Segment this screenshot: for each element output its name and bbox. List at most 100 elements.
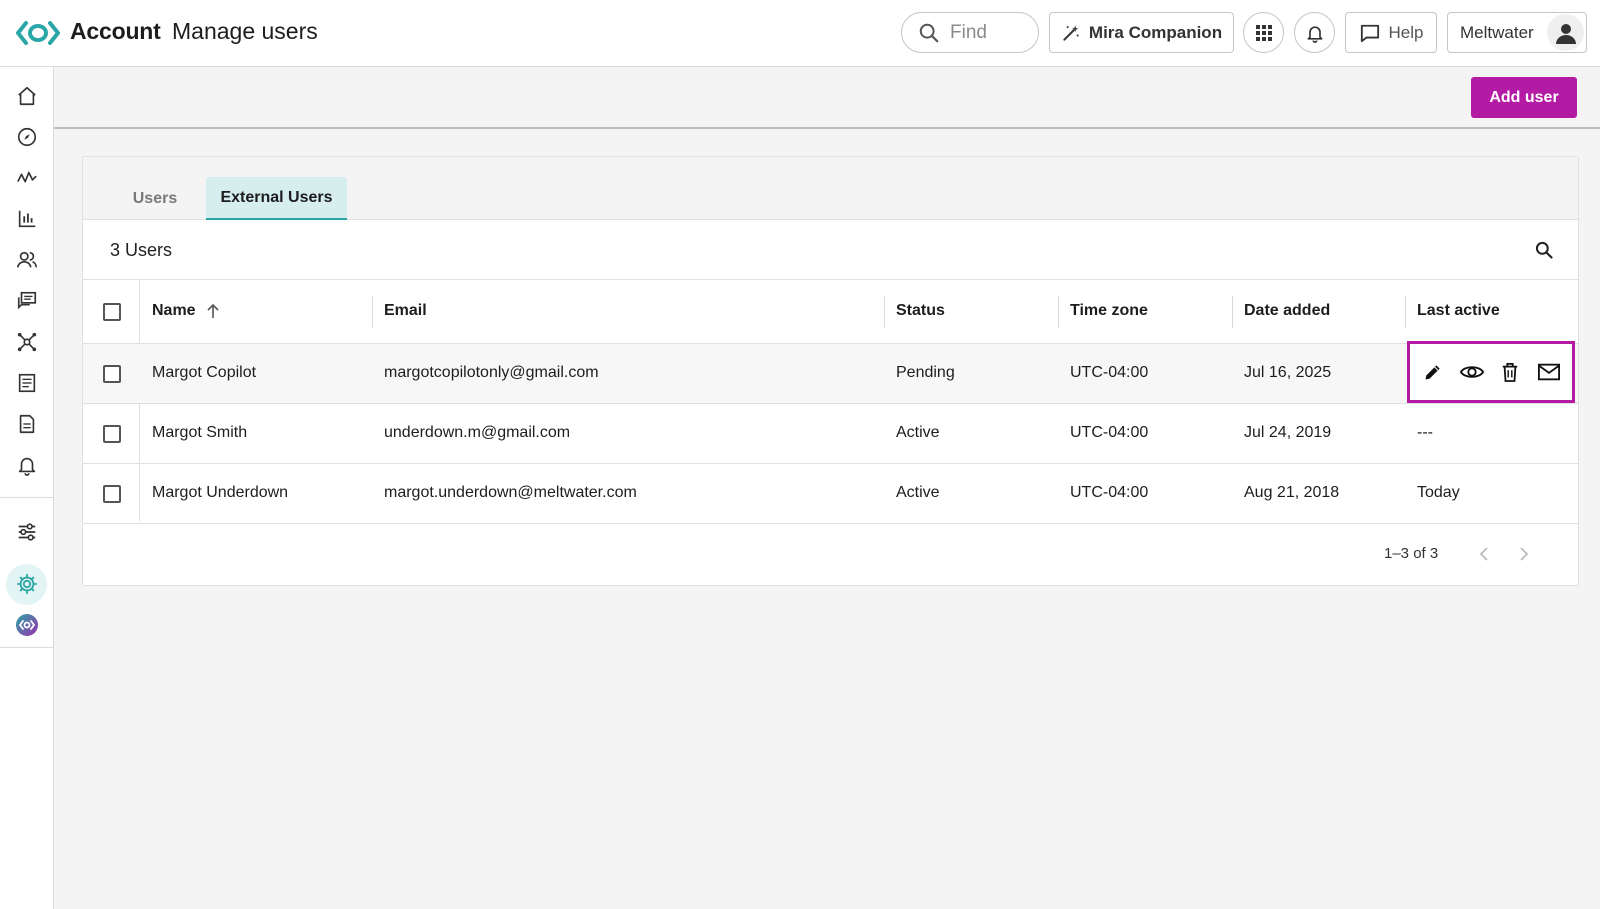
user-name: Margot Copilot	[152, 364, 257, 381]
sidebar-item-monitor[interactable]	[12, 163, 42, 193]
view-user-button[interactable]	[1457, 357, 1487, 387]
sidebar-item-account-settings[interactable]	[12, 569, 42, 599]
newsletter-icon	[18, 373, 36, 393]
delete-user-button[interactable]	[1495, 357, 1525, 387]
chevron-left-icon	[1479, 547, 1488, 561]
sidebar-item-reports[interactable]	[12, 409, 42, 439]
sidebar-item-brand[interactable]	[12, 610, 42, 640]
analytics-icon	[17, 171, 37, 183]
notifications-button[interactable]	[1294, 12, 1335, 53]
column-header-date-added[interactable]: Date added	[1244, 302, 1330, 320]
document-icon	[19, 414, 35, 434]
user-avatar-icon	[1555, 23, 1576, 44]
meltwater-logo-icon[interactable]	[16, 20, 60, 46]
compass-icon	[17, 127, 37, 147]
settings-sliders-icon	[18, 523, 36, 541]
edit-icon	[1425, 365, 1440, 380]
sidebar-item-preferences[interactable]	[12, 517, 42, 547]
mira-companion-label: Mira Companion	[1088, 22, 1223, 42]
user-name: Margot Underdown	[152, 484, 289, 501]
user-last-active: ---	[1417, 424, 1433, 441]
page-title: Manage users	[172, 18, 318, 44]
next-page-button[interactable]	[1511, 541, 1537, 567]
resend-invite-button[interactable]	[1534, 357, 1564, 387]
column-divider	[372, 296, 373, 328]
table-header-row: Name Email Status Time zone Date added L…	[83, 280, 1578, 344]
user-count: 3 Users	[110, 240, 173, 260]
settings-gear-icon	[16, 573, 38, 595]
avatar	[1547, 14, 1584, 51]
column-header-last-active[interactable]: Last active	[1417, 302, 1500, 320]
find-search-input[interactable]: Find	[901, 12, 1039, 53]
column-divider	[1058, 296, 1059, 328]
user-timezone: UTC-04:00	[1070, 424, 1149, 441]
page-toolbar: Add user	[54, 67, 1600, 129]
edit-user-button[interactable]	[1418, 357, 1448, 387]
sidebar-item-home[interactable]	[12, 81, 42, 111]
left-sidebar	[0, 67, 54, 909]
help-label: Help	[1388, 22, 1424, 42]
sidebar-item-alerts[interactable]	[12, 450, 42, 480]
row-checkbox[interactable]	[103, 485, 121, 503]
user-email: margot.underdown@meltwater.com	[384, 484, 637, 501]
delete-icon	[1503, 363, 1518, 382]
sidebar-item-engage[interactable]	[12, 286, 42, 316]
chevron-right-icon	[1520, 547, 1529, 561]
user-timezone: UTC-04:00	[1070, 364, 1149, 381]
tabs-bar: Users External Users	[83, 157, 1578, 220]
account-name: Meltwater	[1460, 22, 1534, 42]
magic-wand-icon	[1063, 25, 1079, 41]
account-menu-button[interactable]: Meltwater	[1447, 12, 1587, 53]
row-checkbox[interactable]	[103, 365, 121, 383]
column-header-time-zone[interactable]: Time zone	[1070, 302, 1148, 320]
table-summary-row: 3 Users	[83, 220, 1578, 280]
pagination: 1–3 of 3	[83, 521, 1578, 585]
column-divider	[1232, 296, 1233, 328]
user-date-added: Aug 21, 2018	[1244, 484, 1340, 501]
tab-users[interactable]: Users	[115, 177, 195, 220]
row-checkbox[interactable]	[103, 425, 121, 443]
sidebar-divider	[0, 497, 54, 498]
add-user-button[interactable]: Add user	[1471, 77, 1577, 118]
network-icon	[17, 332, 37, 352]
view-icon	[1459, 366, 1484, 378]
user-status: Active	[896, 484, 940, 501]
user-timezone: UTC-04:00	[1070, 484, 1149, 501]
sidebar-item-newsletters[interactable]	[12, 368, 42, 398]
column-divider	[1405, 296, 1406, 328]
conversations-icon	[17, 291, 37, 310]
chat-bubble-icon	[1360, 24, 1379, 42]
column-header-name[interactable]: Name	[152, 302, 220, 320]
help-button[interactable]: Help	[1345, 12, 1437, 53]
search-icon	[1535, 241, 1553, 259]
table-row[interactable]: Margot Smith underdown.m@gmail.com Activ…	[83, 404, 1578, 464]
apps-grid-button[interactable]	[1243, 12, 1284, 53]
column-header-name-label: Name	[152, 302, 196, 319]
sidebar-item-influencers[interactable]	[12, 327, 42, 357]
column-header-email[interactable]: Email	[384, 302, 427, 320]
previous-page-button[interactable]	[1471, 541, 1497, 567]
sidebar-item-explore[interactable]	[12, 122, 42, 152]
column-divider	[884, 296, 885, 328]
sidebar-divider	[0, 647, 54, 648]
table-row[interactable]: Margot Underdown margot.underdown@meltwa…	[83, 464, 1578, 524]
find-placeholder: Find	[950, 21, 987, 43]
sidebar-item-people[interactable]	[12, 245, 42, 275]
bar-chart-icon	[18, 210, 36, 228]
column-header-status[interactable]: Status	[896, 302, 945, 320]
row-actions-toolbar	[1407, 341, 1575, 403]
user-email: underdown.m@gmail.com	[384, 424, 571, 441]
tab-external-users[interactable]: External Users	[206, 177, 347, 220]
user-date-added: Jul 16, 2025	[1244, 364, 1332, 381]
sidebar-item-analyze[interactable]	[12, 204, 42, 234]
table-row[interactable]: Margot Copilot margotcopilotonly@gmail.c…	[83, 344, 1578, 404]
select-all-checkbox[interactable]	[103, 303, 121, 321]
users-card: Users External Users 3 Users Name Email …	[82, 156, 1579, 586]
mail-icon	[1537, 363, 1560, 381]
mira-companion-button[interactable]: Mira Companion	[1049, 12, 1234, 53]
table-search-button[interactable]	[1534, 240, 1554, 265]
brand-eye-icon	[16, 614, 38, 636]
bell-icon	[18, 457, 36, 476]
sort-ascending-icon	[207, 303, 219, 318]
top-header: Account Manage users Find Mira Companion…	[0, 0, 1600, 67]
